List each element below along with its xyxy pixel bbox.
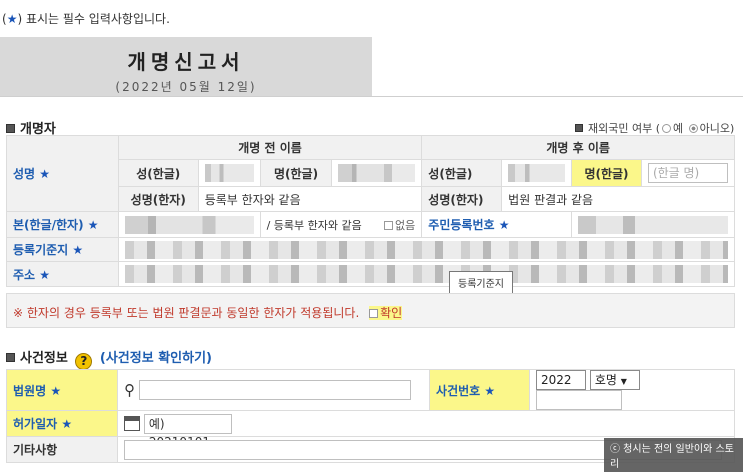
case-no-label-cell: 사건번호 ★: [429, 369, 531, 411]
addr-value: [117, 261, 736, 287]
origin-note: / 등록부 한자와 같음: [266, 218, 362, 232]
calendar-icon[interactable]: [124, 416, 141, 431]
after-hanja-value: 법원 판결과 같음: [501, 186, 735, 212]
foreigner-selector: 재외국민 여부 ( 예 아니오): [575, 120, 734, 136]
case-info-link[interactable]: (사건정보 확인하기): [100, 351, 212, 366]
origin-none-option[interactable]: 없음: [384, 217, 415, 233]
section-case-info-title: 사건정보 ? (사건정보 확인하기): [6, 347, 212, 370]
origin-none-checkbox[interactable]: [384, 220, 394, 230]
after-given-label: 명(한글): [571, 159, 642, 187]
addr-label: 주소: [13, 267, 36, 282]
before-hanja-label: 성명(한자): [117, 186, 199, 212]
after-given-cell: (한글 명): [640, 159, 736, 187]
case-no-label: 사건번호: [436, 383, 481, 398]
required-star-icon: ★: [6, 12, 18, 26]
before-name-header: 개명 전 이름: [117, 135, 423, 160]
court-cell: ⚲: [117, 369, 431, 411]
permit-date-label: 허가일자: [13, 417, 58, 431]
origin-label-cell: 본(한글/한자) ★: [6, 211, 119, 238]
year-select[interactable]: 2022 ▼: [536, 370, 587, 404]
section2-title-text: 사건정보: [20, 351, 68, 366]
renamed-person-table: 성명 ★ 개명 전 이름 개명 후 이름 성(한글) 명(한글) 성(한글) 명…: [6, 135, 736, 287]
help-icon[interactable]: ?: [75, 353, 93, 370]
after-name-header: 개명 후 이름: [421, 135, 735, 160]
hanja-confirm-label: 확인: [380, 306, 403, 320]
required-star-icon: ★: [498, 218, 510, 232]
before-surname-label: 성(한글): [117, 159, 199, 187]
permit-date-cell: 예) 20210101: [117, 410, 735, 449]
search-icon[interactable]: ⚲: [124, 381, 135, 399]
chevron-down-icon: ▼: [620, 377, 627, 386]
before-hanja-value: 등록부 한자와 같음: [197, 186, 423, 212]
required-star-icon: ★: [72, 243, 84, 257]
origin-none-label: 없음: [395, 218, 416, 232]
form-date: (2022년 05월 12일): [115, 80, 257, 94]
page-title: 개명신고서: [127, 50, 245, 74]
before-surname-value: [197, 159, 261, 187]
court-input[interactable]: [138, 380, 411, 400]
reg-value: [117, 237, 736, 262]
hanja-confirm-checkbox[interactable]: [369, 309, 379, 318]
after-surname-label: 성(한글): [421, 159, 503, 187]
name-label: 성명: [13, 167, 36, 181]
hanja-confirm-option[interactable]: 확인: [369, 306, 403, 320]
header-divider: [0, 96, 743, 97]
before-given-value: [331, 159, 423, 187]
required-star-icon: ★: [61, 417, 73, 431]
hanja-notice: ※ 한자의 경우 등록부 또는 법원 판결문과 동일한 한자가 적용됩니다. 확…: [6, 293, 735, 328]
foreigner-bullet-icon: [575, 124, 583, 132]
origin-value: [117, 211, 261, 238]
case-type-select[interactable]: 호명 ▼: [589, 370, 640, 390]
before-given-label: 명(한글): [259, 159, 333, 187]
foreigner-no-radio[interactable]: [688, 124, 698, 133]
required-star-icon: ★: [39, 267, 51, 282]
required-star-icon: ★: [484, 383, 496, 398]
required-star-icon: ★: [50, 383, 62, 398]
case-number-input[interactable]: [536, 390, 623, 410]
hanja-notice-text: ※ 한자의 경우 등록부 또는 법원 판결문과 동일한 한자가 적용됩니다.: [13, 306, 360, 320]
rrn-label: 주민등록번호: [428, 218, 495, 232]
required-star-icon: ★: [39, 167, 51, 181]
required-star-icon: ★: [87, 218, 99, 232]
other-label: 기타사항: [5, 436, 119, 463]
after-given-input[interactable]: (한글 명): [647, 163, 728, 183]
form-header: 개명신고서 (2022년 05월 12일): [0, 37, 372, 96]
court-label-cell: 법원명 ★: [5, 369, 119, 411]
foreigner-yes-label: 예: [673, 122, 684, 135]
addr-label-cell: 주소 ★: [6, 261, 119, 287]
rrn-label-cell: 주민등록번호 ★: [421, 211, 573, 238]
watermark: ⓒ 청시는 전의 일반이와 스토리: [604, 438, 743, 472]
reg-label-cell: 등록기준지 ★: [6, 237, 119, 262]
foreigner-yes-radio[interactable]: [662, 124, 672, 133]
rrn-value: [571, 211, 735, 238]
case-no-cell: 2022 ▼ 호명 ▼: [529, 369, 735, 411]
required-notice: (★) 표시는 필수 입력사항입니다.: [2, 10, 170, 27]
reg-label: 등록기준지: [13, 243, 69, 257]
after-surname-value: [501, 159, 573, 187]
section-bullet-icon: [6, 353, 15, 362]
section-bullet-icon: [6, 124, 15, 133]
after-hanja-label: 성명(한자): [421, 186, 503, 212]
court-label: 법원명: [13, 383, 47, 398]
permit-date-input[interactable]: 예) 20210101: [143, 413, 232, 449]
notice-text: 표시는 필수 입력사항입니다.: [22, 12, 170, 26]
foreigner-label: 재외국민 여부 (: [588, 122, 661, 135]
permit-date-label-cell: 허가일자 ★: [5, 410, 119, 437]
case-type-value: 호명: [594, 373, 617, 387]
origin-note-cell: / 등록부 한자와 같음 없음: [259, 211, 423, 238]
foreigner-no-label: 아니오): [699, 122, 735, 135]
year-value: 2022: [541, 373, 572, 387]
tooltip: 등록기준지: [449, 271, 513, 294]
name-label-cell: 성명 ★: [6, 135, 119, 212]
origin-label: 본(한글/한자): [13, 218, 84, 232]
